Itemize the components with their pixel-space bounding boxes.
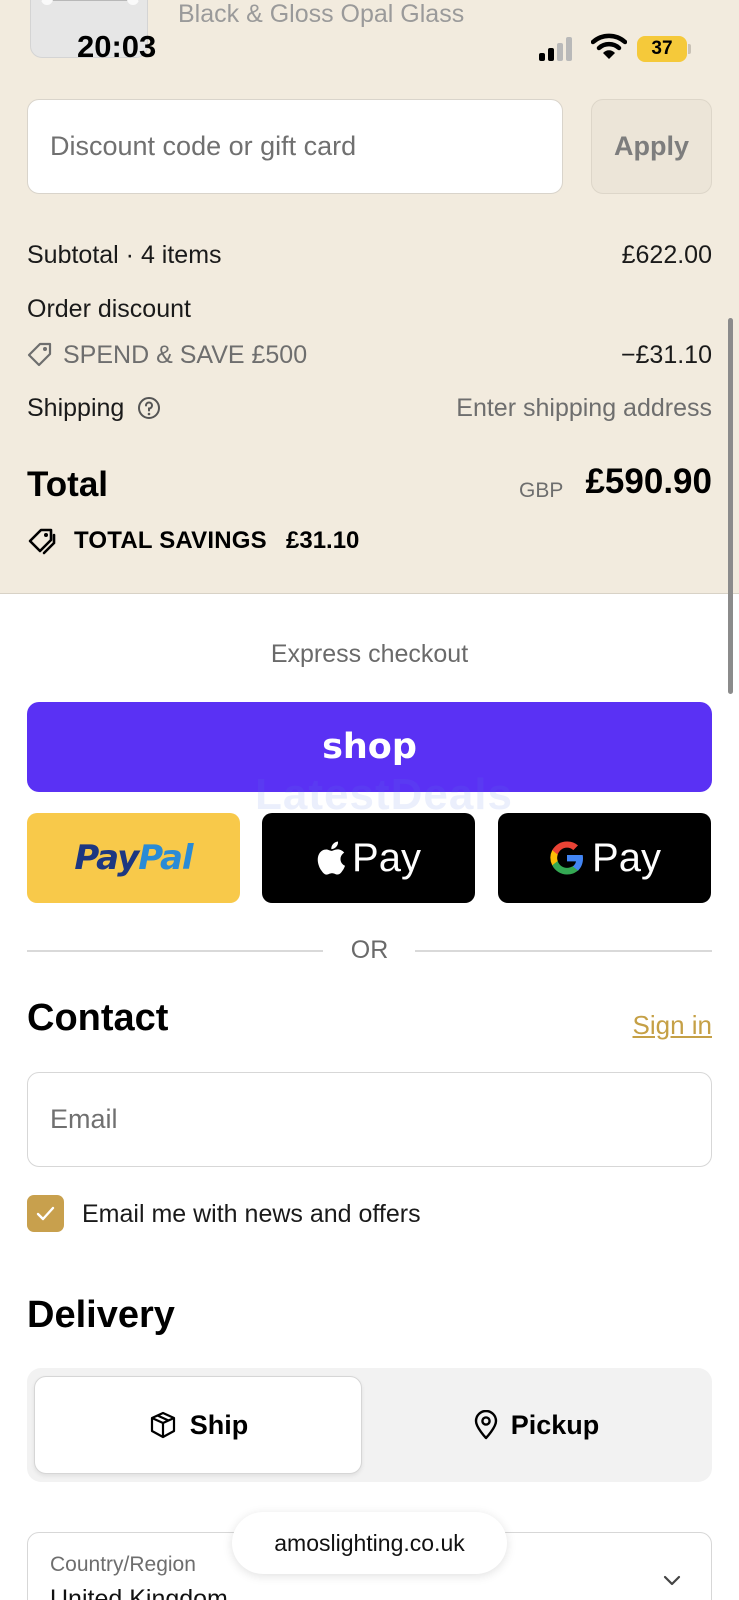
checkout-page: Black & Gloss Opal Glass 20:03 37 Apply …: [0, 0, 739, 1600]
paypal-logo-part2: Pal: [138, 838, 193, 878]
discount-value: −£31.10: [620, 341, 712, 369]
sign-in-link[interactable]: Sign in: [633, 1010, 713, 1041]
battery-cap: [688, 44, 691, 54]
total-label: Total: [27, 465, 109, 504]
help-icon[interactable]: [137, 396, 161, 420]
google-pay-label: Pay: [592, 835, 661, 880]
location-pin-icon: [474, 1410, 497, 1440]
order-summary: Black & Gloss Opal Glass 20:03 37 Apply …: [0, 0, 739, 594]
shipping-label: Shipping: [27, 394, 125, 422]
total-savings-value: £31.10: [286, 527, 360, 554]
total-currency: GBP: [519, 479, 564, 502]
country-region-value: United Kingdom: [50, 1585, 228, 1600]
express-checkout-title: Express checkout: [270, 640, 469, 668]
checkmark-icon: [36, 1206, 55, 1221]
or-separator: OR: [350, 936, 389, 964]
paypal-logo: PayPal: [74, 838, 193, 878]
contact-heading: Contact: [27, 997, 169, 1039]
email-field[interactable]: [27, 1072, 712, 1167]
newsletter-checkbox[interactable]: [27, 1195, 64, 1232]
google-pay-button[interactable]: Pay: [498, 813, 711, 903]
subtotal-value: £622.00: [621, 241, 712, 269]
google-g-icon: [550, 841, 584, 875]
discount-code-label: SPEND & SAVE £500: [63, 341, 308, 369]
product-variant: Black & Gloss Opal Glass: [178, 0, 465, 28]
apply-discount-button[interactable]: Apply: [591, 99, 712, 194]
shipping-value: Enter shipping address: [456, 394, 712, 422]
chevron-down-icon: [663, 1575, 681, 1586]
pickup-label: Pickup: [510, 1409, 600, 1440]
apple-pay-label: Pay: [352, 835, 421, 880]
paypal-logo-part1: Pay: [74, 838, 139, 878]
ship-label: Ship: [189, 1409, 249, 1440]
paypal-button[interactable]: PayPal: [27, 813, 240, 903]
ship-option[interactable]: Ship: [34, 1376, 362, 1474]
subtotal-label: Subtotal · 4 items: [27, 241, 222, 269]
status-time: 20:03: [77, 29, 157, 64]
discount-code-input[interactable]: [27, 99, 563, 194]
scrollbar[interactable]: [728, 318, 733, 694]
browser-url-bar[interactable]: amoslighting.co.uk: [232, 1512, 507, 1574]
total-value: £590.90: [585, 462, 712, 501]
signal-icon: [539, 37, 575, 61]
tag-icon: [27, 342, 52, 367]
wifi-icon: [591, 33, 627, 59]
newsletter-label: Email me with news and offers: [82, 1200, 421, 1228]
delivery-heading: Delivery: [27, 1294, 175, 1336]
package-icon: [150, 1411, 175, 1439]
apple-logo-icon: [317, 841, 346, 875]
country-region-label: Country/Region: [50, 1553, 196, 1576]
battery-indicator: 37: [637, 36, 687, 62]
total-savings-label: TOTAL SAVINGS: [74, 527, 267, 554]
order-discount-label: Order discount: [27, 295, 191, 323]
apple-pay-button[interactable]: Pay: [262, 813, 475, 903]
savings-tag-icon: [28, 528, 56, 555]
pickup-option[interactable]: Pickup: [368, 1376, 704, 1474]
